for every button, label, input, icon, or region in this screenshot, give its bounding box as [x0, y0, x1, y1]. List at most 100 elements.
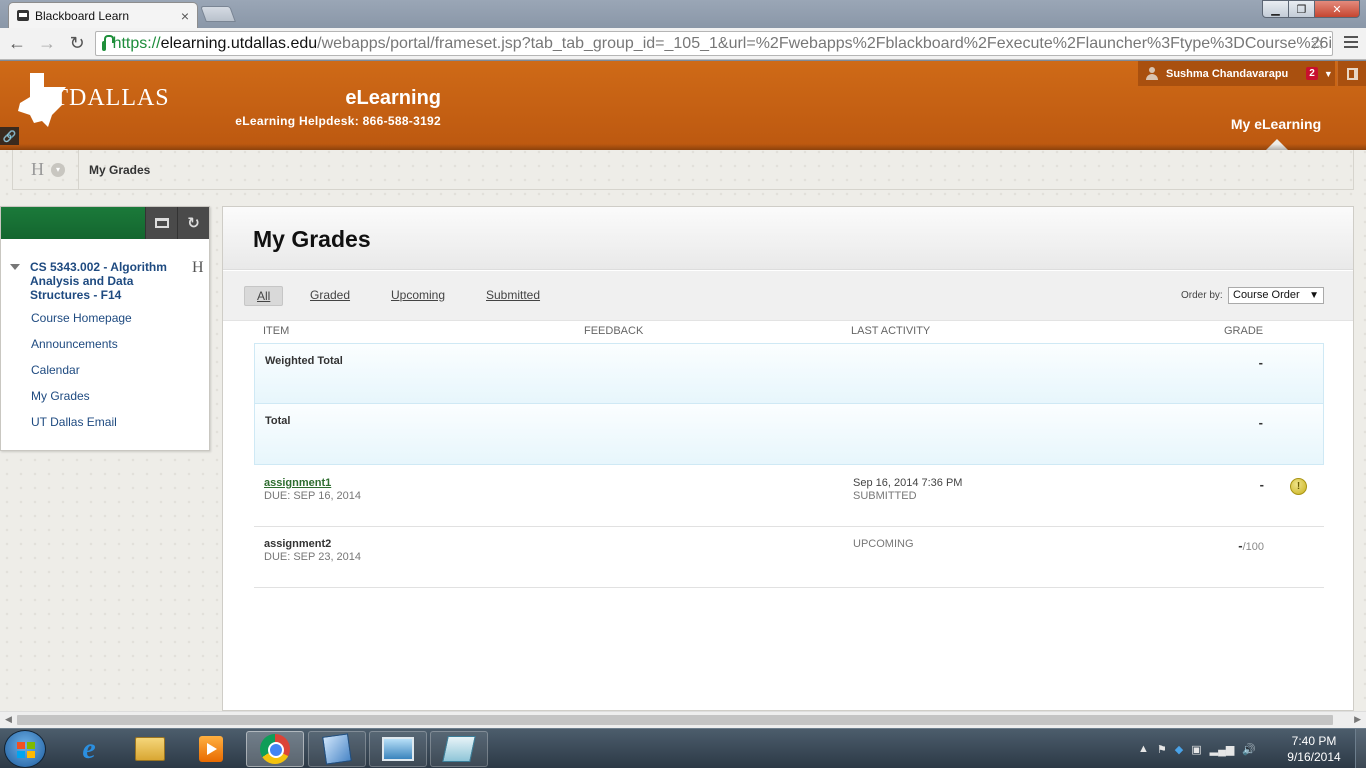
folder-view-button[interactable] — [145, 207, 177, 239]
volume-icon[interactable]: 🔊 — [1242, 743, 1256, 756]
url-path: /webapps/portal/frameset.jsp?tab_tab_gro… — [317, 34, 1332, 52]
device-icon[interactable]: ▣ — [1191, 743, 1201, 756]
table-row: assignment1 DUE: SEP 16, 2014 Sep 16, 20… — [254, 466, 1324, 527]
system-clock[interactable]: 7:40 PM 9/16/2014 — [1284, 733, 1344, 765]
forward-button[interactable]: → — [34, 31, 60, 57]
course-home-icon[interactable]: H — [192, 259, 204, 277]
scroll-left-icon[interactable]: ◀ — [5, 714, 12, 725]
user-icon — [1146, 67, 1158, 80]
new-tab-button[interactable] — [200, 6, 236, 22]
tab-title: Blackboard Learn — [35, 8, 130, 23]
needs-grading-icon[interactable]: ! — [1290, 478, 1307, 495]
filter-upcoming[interactable]: Upcoming — [385, 286, 451, 304]
taskbar-media-player[interactable] — [182, 731, 240, 767]
filter-submitted[interactable]: Submitted — [480, 286, 546, 304]
chrome-icon — [260, 734, 290, 764]
window-close-button[interactable]: ✕ — [1314, 0, 1360, 18]
order-by-label: Order by: — [1181, 290, 1223, 301]
maximize-button[interactable]: ❐ — [1288, 0, 1315, 18]
taskbar-virtualbox[interactable] — [308, 731, 366, 767]
due-date: DUE: SEP 16, 2014 — [264, 490, 362, 502]
filter-graded[interactable]: Graded — [304, 286, 356, 304]
tray-expand-icon[interactable]: ▲ — [1138, 743, 1149, 755]
media-player-icon — [199, 736, 223, 762]
filter-all[interactable]: All — [244, 286, 284, 306]
helpdesk-text: eLearning Helpdesk: 866-588-3192 — [235, 114, 441, 128]
brand-title: eLearning — [345, 87, 441, 109]
course-title[interactable]: CS 5343.002 - Algorithm Analysis and Dat… — [30, 260, 185, 302]
folder-icon — [154, 218, 169, 228]
minimize-button[interactable]: ▁ — [1262, 0, 1289, 18]
sidebar-item-my-grades[interactable]: My Grades — [31, 389, 132, 415]
show-desktop-button[interactable] — [1355, 729, 1366, 768]
windows-logo-icon — [17, 742, 35, 758]
back-button[interactable]: ← — [4, 31, 30, 57]
taskbar-sticky-notes[interactable] — [430, 731, 488, 767]
grade-value: -/100 — [1238, 538, 1264, 553]
refresh-icon: ↻ — [187, 215, 200, 232]
taskbar-ie[interactable]: e — [60, 731, 118, 767]
clock-date: 9/16/2014 — [1287, 750, 1341, 764]
logout-button[interactable] — [1337, 61, 1366, 86]
user-menu[interactable]: Sushma Chandavarapu 2 ▼ — [1138, 61, 1335, 86]
column-headers: ITEM FEEDBACK LAST ACTIVITY GRADE — [254, 325, 1324, 343]
user-name: Sushma Chandavarapu — [1166, 67, 1289, 80]
item-name: Total — [265, 415, 291, 427]
window-titlebar: Blackboard Learn × ▁ ❐ ✕ — [0, 0, 1366, 28]
col-header-feedback: FEEDBACK — [584, 325, 644, 337]
web-page: UTDALLAS eLearning eLearning Helpdesk: 8… — [0, 61, 1366, 711]
sidebar-item-email[interactable]: UT Dallas Email — [31, 415, 132, 441]
reload-button[interactable]: ↻ — [64, 31, 90, 57]
logout-icon — [1346, 67, 1358, 80]
url-host: elearning.utdallas.edu — [160, 34, 318, 52]
virtualbox-icon — [322, 733, 352, 765]
chrome-menu-icon[interactable] — [1344, 36, 1358, 51]
assignment-link[interactable]: assignment1 — [264, 477, 331, 489]
blackboard-favicon-icon — [17, 10, 29, 21]
internet-explorer-icon: e — [82, 732, 96, 765]
horizontal-scrollbar[interactable]: ◀ ▶ — [0, 711, 1366, 728]
course-menu-header: ↻ — [1, 207, 209, 239]
scroll-right-icon[interactable]: ▶ — [1354, 714, 1361, 725]
breadcrumb: H ▾ My Grades — [12, 149, 1354, 190]
item-name: assignment2 — [264, 538, 332, 550]
address-bar[interactable]: https://elearning.utdallas.edu/webapps/p… — [95, 31, 1333, 56]
sidebar-item-calendar[interactable]: Calendar — [31, 363, 132, 389]
course-menu-links: Course Homepage Announcements Calendar M… — [31, 311, 132, 441]
item-name: Weighted Total — [265, 355, 343, 367]
notes-icon — [442, 736, 476, 762]
sidebar-item-announcements[interactable]: Announcements — [31, 337, 132, 363]
grades-panel: My Grades All Graded Upcoming Submitted … — [222, 206, 1354, 711]
notification-badge: 2 — [1306, 67, 1318, 80]
collapse-triangle-icon[interactable] — [10, 264, 20, 270]
taskbar-photo-viewer[interactable] — [369, 731, 427, 767]
browser-tab[interactable]: Blackboard Learn × — [8, 2, 198, 28]
site-header: UTDALLAS eLearning eLearning Helpdesk: 8… — [0, 61, 1366, 150]
grade-value: - — [1259, 477, 1264, 492]
tab-my-elearning[interactable]: My eLearning — [1224, 116, 1328, 132]
pin-icon[interactable]: 🔗 — [0, 127, 19, 145]
refresh-button[interactable]: ↻ — [177, 207, 209, 239]
activity-status: SUBMITTED — [853, 490, 917, 502]
dropdown-arrow-icon: ▼ — [1309, 290, 1319, 301]
bookmark-star-icon[interactable]: ☆ — [1310, 33, 1326, 54]
scrollbar-thumb[interactable] — [17, 715, 1333, 725]
chevron-down-icon[interactable]: ▾ — [51, 162, 65, 177]
order-by-value: Course Order — [1233, 289, 1300, 301]
network-signal-icon[interactable]: ▂▄▆ — [1210, 743, 1235, 756]
active-tab-pointer — [1266, 139, 1288, 150]
logo-text: UTDALLAS — [35, 85, 170, 111]
col-header-item: ITEM — [263, 325, 290, 337]
home-icon: H — [31, 159, 44, 179]
start-button[interactable] — [4, 730, 46, 768]
dropbox-icon[interactable]: ◆ — [1175, 743, 1183, 756]
taskbar-chrome[interactable] — [246, 731, 304, 767]
col-header-last-activity: LAST ACTIVITY — [851, 325, 931, 337]
tab-close-icon[interactable]: × — [181, 8, 189, 24]
breadcrumb-home[interactable]: H ▾ — [13, 149, 79, 190]
order-by-select[interactable]: Course Order ▼ — [1228, 287, 1324, 304]
taskbar-explorer[interactable] — [121, 731, 179, 767]
action-center-flag-icon[interactable]: ⚑ — [1157, 743, 1167, 756]
sidebar-item-course-homepage[interactable]: Course Homepage — [31, 311, 132, 337]
folder-icon — [135, 737, 165, 761]
